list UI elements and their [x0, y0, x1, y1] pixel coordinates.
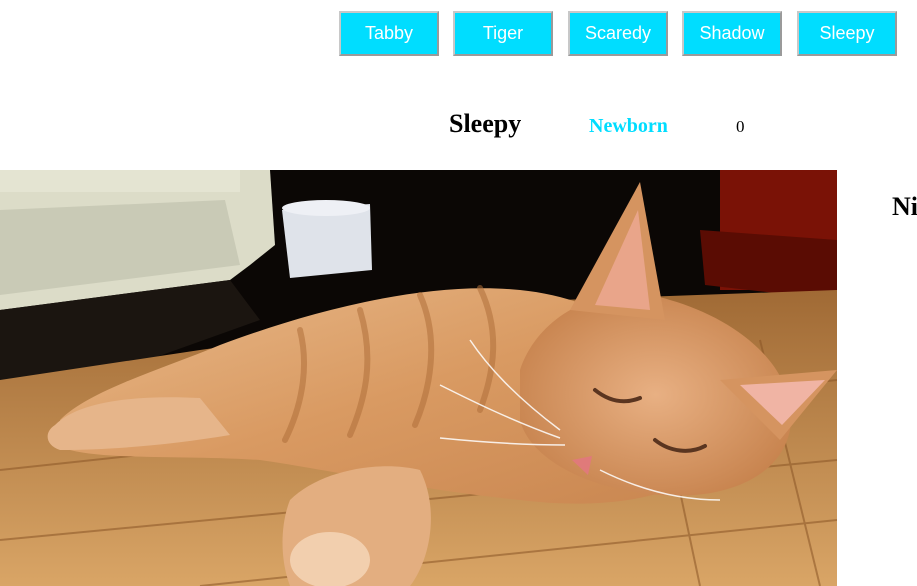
cat-image[interactable] [0, 170, 837, 586]
cat-button-tiger[interactable]: Tiger [453, 11, 553, 56]
cat-button-tabby[interactable]: Tabby [339, 11, 439, 56]
cat-button-scaredy[interactable]: Scaredy [568, 11, 668, 56]
cat-button-sleepy[interactable]: Sleepy [797, 11, 897, 56]
cat-stage-label: Newborn [589, 115, 668, 137]
next-cat-name-heading: Ni [892, 192, 917, 221]
page: Tabby Tiger Scaredy Shadow Sleepy Sleepy… [0, 0, 917, 586]
click-counter: 0 [736, 117, 745, 136]
sleeping-kitten-photo [0, 170, 837, 586]
cat-button-shadow[interactable]: Shadow [682, 11, 782, 56]
cat-name-heading: Sleepy [449, 109, 522, 138]
